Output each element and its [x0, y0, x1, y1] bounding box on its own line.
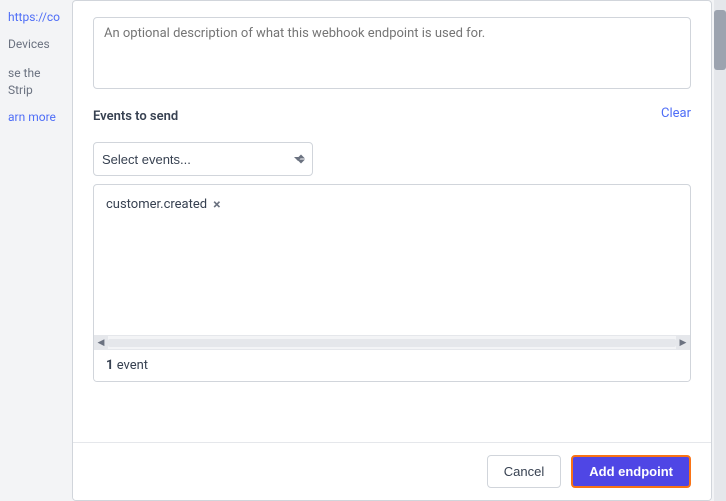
scroll-left-arrow[interactable]: ◀: [94, 336, 108, 350]
sidebar-devices: Devices: [8, 36, 62, 53]
select-events-dropdown[interactable]: Select events...: [93, 142, 313, 176]
clear-button[interactable]: Clear: [661, 106, 691, 121]
select-events-wrapper: Select events...: [93, 142, 313, 176]
webhook-modal: Events to send Clear Select events... cu…: [72, 0, 712, 501]
list-item: customer.created ×: [106, 197, 221, 212]
cancel-button[interactable]: Cancel: [487, 455, 561, 488]
events-list-container: customer.created × ◀ ▶ 1 event: [93, 184, 691, 382]
events-list-content: customer.created ×: [94, 185, 690, 335]
page-scrollbar[interactable]: [714, 0, 726, 501]
description-textarea[interactable]: [93, 17, 691, 89]
remove-event-button[interactable]: ×: [213, 198, 220, 212]
events-count-suffix: event: [113, 358, 148, 373]
horizontal-scrollbar-track: [108, 339, 676, 347]
add-endpoint-button[interactable]: Add endpoint: [571, 455, 691, 488]
sidebar-learn-more[interactable]: arn more: [8, 110, 62, 124]
scroll-right-arrow[interactable]: ▶: [676, 336, 690, 350]
sidebar-url[interactable]: https://co: [8, 10, 62, 24]
events-count-bar: 1 event: [94, 349, 690, 381]
event-tag-name: customer.created: [106, 197, 207, 212]
modal-body: Events to send Clear Select events... cu…: [73, 1, 711, 442]
events-list-inner: customer.created ×: [94, 185, 690, 335]
events-header: Events to send Clear: [93, 93, 691, 134]
sidebar: https://co Devices se the Strip arn more: [0, 0, 70, 501]
scrollbar-thumb: [714, 10, 726, 70]
sidebar-stripe: se the Strip: [8, 65, 62, 99]
modal-footer: Cancel Add endpoint: [73, 442, 711, 500]
events-section-label: Events to send: [93, 109, 178, 124]
horizontal-scrollbar[interactable]: ◀ ▶: [94, 335, 690, 349]
